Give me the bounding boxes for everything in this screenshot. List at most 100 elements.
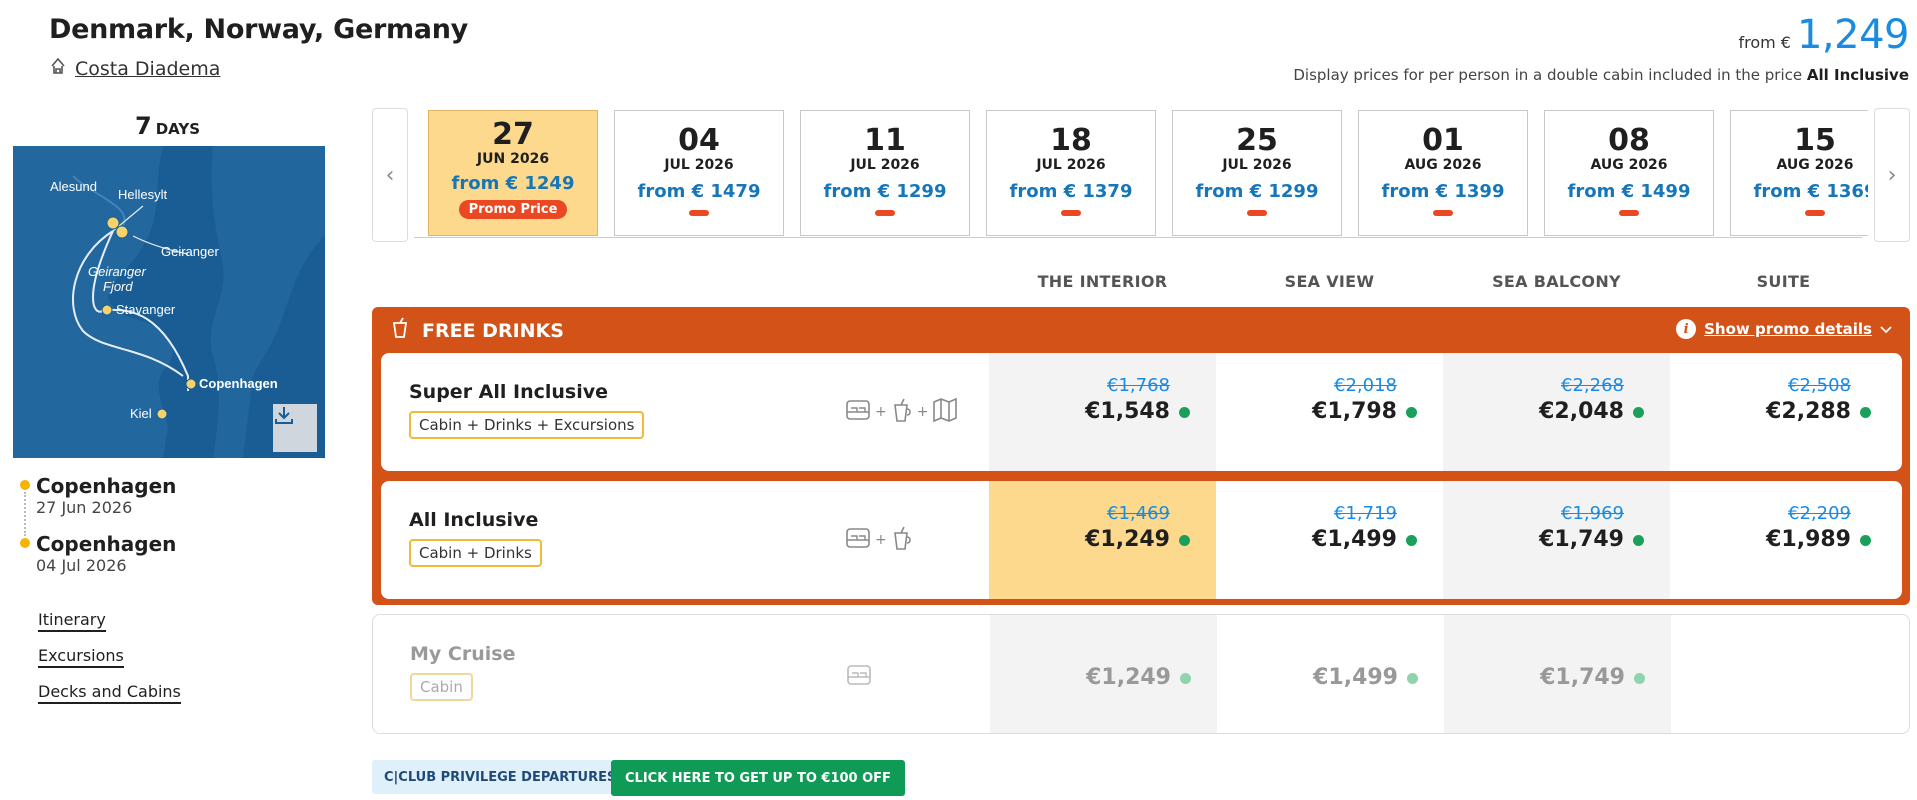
price-cell[interactable]: €1,719 €1,499: [1216, 481, 1443, 599]
availability-dot: [1860, 535, 1871, 546]
date-price: from € 1249: [451, 173, 575, 194]
itinerary-map[interactable]: Alesund Hellesylt Geiranger Geiranger Fj…: [13, 146, 325, 458]
price-cell[interactable]: €2,209 €1,989: [1670, 481, 1897, 599]
club-privilege-button[interactable]: C|CLUB PRIVILEGE DEPARTURES: [372, 760, 629, 794]
current-price: €1,749: [1540, 665, 1625, 690]
from-price-value: 1,249: [1796, 12, 1910, 58]
port-dot: [20, 480, 30, 490]
current-price: €1,249: [1086, 665, 1171, 690]
date-card-27-jun[interactable]: 27 JUN 2026 from € 1249 Promo Price: [428, 110, 598, 236]
link-decks-and-cabins[interactable]: Decks and Cabins: [38, 682, 181, 704]
availability-dot: [1179, 407, 1190, 418]
availability-bar: [1247, 210, 1267, 216]
date-month: JUL 2026: [1036, 157, 1106, 173]
availability-bar: [875, 210, 895, 216]
cabin-icon: [845, 526, 871, 554]
price-cell[interactable]: €1,249: [990, 615, 1217, 733]
map-label: Kiel: [130, 406, 152, 421]
chevron-right-icon: ›: [1887, 162, 1897, 188]
date-card-18-jul[interactable]: 18 JUL 2026 from € 1379: [986, 110, 1156, 236]
chevron-left-icon: ‹: [385, 162, 395, 188]
link-itinerary[interactable]: Itinerary: [38, 610, 106, 632]
availability-bar: [1433, 210, 1453, 216]
package-icons: + +: [845, 397, 958, 427]
old-price: €1,768: [1107, 375, 1170, 396]
availability-dot: [1633, 535, 1644, 546]
price-cell[interactable]: €2,508 €2,288: [1670, 353, 1897, 471]
link-excursions[interactable]: Excursions: [38, 646, 124, 668]
duration: 7 DAYS: [135, 112, 200, 140]
package-tag: Cabin + Drinks + Excursions: [409, 411, 645, 439]
date-price: from € 1479: [637, 181, 761, 202]
date-card-11-jul[interactable]: 11 JUL 2026 from € 1299: [800, 110, 970, 236]
divider: [414, 237, 1862, 238]
map-label: Geiranger: [88, 264, 146, 279]
show-promo-details-button[interactable]: i Show promo details: [1676, 319, 1892, 339]
ship-name[interactable]: Costa Diadema: [75, 58, 220, 80]
date-month: AUG 2026: [1590, 157, 1668, 173]
availability-bar: [1619, 210, 1639, 216]
drink-icon: [392, 317, 408, 344]
ship-icon: [49, 56, 67, 81]
download-map-button[interactable]: [273, 404, 317, 452]
map-label: Copenhagen: [199, 376, 278, 391]
price-note-text: Display prices for per person in a doubl…: [1293, 66, 1803, 84]
package-name: My Cruise: [410, 643, 516, 665]
package-row-super-all-inclusive[interactable]: Super All Inclusive Cabin + Drinks + Exc…: [381, 353, 1902, 471]
date-day: 15: [1794, 123, 1836, 158]
discount-offer-button[interactable]: CLICK HERE TO GET UP TO €100 OFF: [611, 760, 905, 796]
price-note-bold: All Inclusive: [1806, 66, 1909, 84]
old-price: €2,209: [1788, 503, 1851, 524]
date-day: 25: [1236, 123, 1278, 158]
availability-dot: [1406, 535, 1417, 546]
category-header-sea-view: SEA VIEW: [1284, 272, 1375, 291]
map-label: Alesund: [50, 179, 97, 194]
carousel-prev-button[interactable]: ‹: [372, 108, 408, 242]
date-card-01-aug[interactable]: 01 AUG 2026 from € 1399: [1358, 110, 1528, 236]
price-cell[interactable]: €1,768 €1,548: [989, 353, 1216, 471]
date-card-15-aug[interactable]: 15 AUG 2026 from € 1369: [1730, 110, 1868, 236]
old-price: €1,469: [1107, 503, 1170, 524]
date-month: JUL 2026: [850, 157, 920, 173]
availability-dot: [1634, 673, 1645, 684]
offer-header: FREE DRINKS: [392, 317, 564, 344]
date-card-04-jul[interactable]: 04 JUL 2026 from € 1479: [614, 110, 784, 236]
date-card-08-aug[interactable]: 08 AUG 2026 from € 1499: [1544, 110, 1714, 236]
carousel-next-button[interactable]: ›: [1874, 108, 1910, 242]
duration-label: DAYS: [155, 120, 200, 138]
category-header-suite: SUITE: [1756, 272, 1811, 291]
ship-link[interactable]: Costa Diadema: [49, 56, 220, 81]
package-name: Super All Inclusive: [409, 381, 609, 403]
date-day: 04: [678, 123, 720, 158]
port-connector: [24, 492, 26, 536]
package-row-all-inclusive[interactable]: All Inclusive Cabin + Drinks + €1,469 €1…: [381, 481, 1902, 599]
port-name: Copenhagen: [36, 532, 177, 556]
date-price: from € 1299: [1195, 181, 1319, 202]
package-row-my-cruise[interactable]: My Cruise Cabin €1,249 €1,499 €1,749: [372, 614, 1910, 734]
package-tag: Cabin + Drinks: [409, 539, 542, 567]
date-card-25-jul[interactable]: 25 JUL 2026 from € 1299: [1172, 110, 1342, 236]
date-price: from € 1299: [823, 181, 947, 202]
price-cell[interactable]: €1,969 €1,749: [1443, 481, 1670, 599]
date-day: 08: [1608, 123, 1650, 158]
current-price: €1,749: [1539, 527, 1624, 552]
drinks-icon: [891, 525, 913, 555]
price-cell-selected[interactable]: €1,469 €1,249: [989, 481, 1216, 599]
price-cell[interactable]: €1,499: [1217, 615, 1444, 733]
port-date: 27 Jun 2026: [36, 498, 133, 517]
date-day: 27: [492, 117, 534, 152]
date-month: AUG 2026: [1776, 157, 1854, 173]
current-price: €2,048: [1539, 399, 1624, 424]
current-price: €1,499: [1313, 665, 1398, 690]
cabin-icon: [845, 398, 871, 426]
show-promo-details-label: Show promo details: [1704, 320, 1872, 338]
price-cell[interactable]: €1,749: [1444, 615, 1671, 733]
cabin-icon: [846, 663, 872, 691]
availability-dot: [1407, 673, 1418, 684]
price-cell[interactable]: €2,018 €1,798: [1216, 353, 1443, 471]
price-cell[interactable]: €2,268 €2,048: [1443, 353, 1670, 471]
current-price: €1,499: [1312, 527, 1397, 552]
port-dot: [20, 538, 30, 548]
date-month: JUL 2026: [1222, 157, 1292, 173]
old-price: €2,268: [1561, 375, 1624, 396]
